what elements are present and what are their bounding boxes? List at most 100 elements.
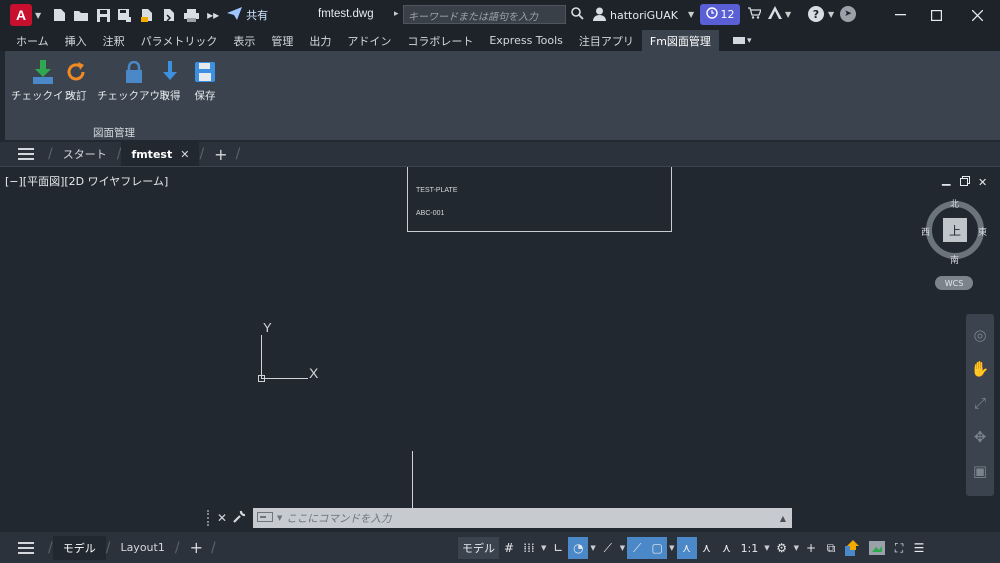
model-space-button[interactable]: モデル xyxy=(458,537,499,559)
tab-express-tools[interactable]: Express Tools xyxy=(481,30,571,51)
viewport-close-icon[interactable]: ✕ xyxy=(978,176,987,189)
tab-manage[interactable]: 管理 xyxy=(263,30,301,51)
tab-collaborate[interactable]: コラボレート xyxy=(399,30,481,51)
isometric-icon[interactable]: ⟋ xyxy=(598,537,618,559)
feedback-icon[interactable]: ➤ xyxy=(840,6,856,22)
app-caret-icon[interactable]: ▼ xyxy=(785,10,791,19)
minimize-button[interactable] xyxy=(885,4,915,26)
compass-south[interactable]: 南 xyxy=(950,253,959,266)
polar-caret-icon[interactable]: ▼ xyxy=(588,544,597,552)
command-input[interactable]: ▼ ここにコマンドを入力 ▲ xyxy=(253,508,792,528)
file-tabs-menu-icon[interactable] xyxy=(18,148,34,160)
isolate-objects-icon[interactable] xyxy=(865,537,889,559)
get-button[interactable]: 取得 xyxy=(159,59,181,103)
annotation-monitor-icon[interactable]: + xyxy=(801,537,821,559)
tab-annotate[interactable]: 注釈 xyxy=(95,30,133,51)
close-tab-icon[interactable]: ✕ xyxy=(180,148,189,161)
units-icon[interactable]: ⧉ xyxy=(821,537,841,559)
tab-start[interactable]: スタート xyxy=(53,142,117,166)
close-window-button[interactable] xyxy=(962,4,992,26)
tab-insert[interactable]: 挿入 xyxy=(57,30,95,51)
tab-output[interactable]: 出力 xyxy=(301,30,339,51)
search-input[interactable]: キーワードまたは語句を入力 xyxy=(403,5,566,24)
quick-properties-icon[interactable] xyxy=(841,537,865,559)
autodesk-app-icon[interactable] xyxy=(768,6,782,23)
annotation-scale-icon[interactable]: ⋏ xyxy=(717,537,737,559)
command-expand-caret-icon[interactable]: ▲ xyxy=(780,514,786,523)
polar-tracking-icon[interactable]: ◔ xyxy=(568,537,589,559)
help-icon[interactable]: ? xyxy=(808,6,824,22)
more-tools-icon[interactable]: ▸▸ xyxy=(205,7,221,23)
auto-scale-icon[interactable]: ⋏ xyxy=(697,537,717,559)
orbit-icon[interactable]: ✥ xyxy=(974,428,987,446)
open-web-icon[interactable] xyxy=(139,7,155,23)
ribbon-options-button[interactable]: ▾ xyxy=(732,30,751,51)
osnap-caret-icon[interactable]: ▼ xyxy=(667,544,676,552)
viewcube[interactable]: 上 北 南 東 西 xyxy=(921,197,988,266)
pan-hand-icon[interactable]: ✋ xyxy=(971,360,990,378)
search-icon[interactable] xyxy=(571,7,584,24)
app-menu-button[interactable]: A xyxy=(10,4,32,26)
tab-layout1[interactable]: Layout1 xyxy=(110,536,174,560)
ortho-icon[interactable]: ∟ xyxy=(548,537,568,559)
user-menu-caret-icon[interactable]: ▼ xyxy=(688,10,694,19)
plot-icon[interactable] xyxy=(183,7,199,23)
tab-fm-drawing-management[interactable]: Fm図面管理 xyxy=(641,30,719,51)
tab-model[interactable]: モデル xyxy=(52,535,106,560)
tab-parametric[interactable]: パラメトリック xyxy=(133,30,226,51)
annotation-visibility-icon[interactable]: ⋏ xyxy=(676,537,697,559)
new-layout-icon[interactable]: + xyxy=(190,538,203,557)
scale-caret-icon[interactable]: ▼ xyxy=(762,544,771,552)
save-as-icon[interactable] xyxy=(117,7,133,23)
annotation-scale-value[interactable]: 1:1 xyxy=(737,537,763,559)
compass-west[interactable]: 西 xyxy=(921,225,930,238)
tab-home[interactable]: ホーム xyxy=(8,30,57,51)
zoom-icon[interactable]: ⤢ xyxy=(974,394,986,412)
command-line-grip[interactable] xyxy=(207,510,211,526)
maximize-button[interactable] xyxy=(921,4,951,26)
viewcube-top-face[interactable]: 上 xyxy=(943,218,967,242)
wcs-menu[interactable]: WCS xyxy=(935,276,973,290)
viewport-minimize-icon[interactable]: ▁ xyxy=(942,173,950,186)
tab-divider: / xyxy=(174,539,180,556)
fullscreen-icon[interactable]: ⛶ xyxy=(889,537,909,559)
snap-caret-icon[interactable]: ▼ xyxy=(539,544,548,552)
search-expand-icon[interactable]: ▸ xyxy=(394,9,399,19)
notification-badge[interactable]: 12 xyxy=(700,4,740,25)
object-snap-tracking-icon[interactable]: ⟋ xyxy=(627,537,648,559)
customize-status-icon[interactable]: ☰ xyxy=(909,537,929,559)
tab-addins[interactable]: アドイン xyxy=(339,30,399,51)
showmotion-icon[interactable]: ▣ xyxy=(973,462,987,480)
save-drawing-button[interactable]: 保存 xyxy=(194,59,216,103)
save-icon[interactable] xyxy=(95,7,111,23)
app-menu-caret-icon[interactable]: ▼ xyxy=(35,11,41,20)
drawing-canvas[interactable]: [−][平面図][2D ワイヤフレーム] ▁ ✕ TEST-PLATE ABC-… xyxy=(0,166,1000,532)
viewport-controls-label[interactable]: [−][平面図][2D ワイヤフレーム] xyxy=(5,173,168,189)
command-history-caret-icon[interactable]: ▼ xyxy=(277,514,282,522)
tab-featured-apps[interactable]: 注目アプリ xyxy=(571,30,642,51)
layout-tabs-menu-icon[interactable] xyxy=(18,541,34,554)
tab-fmtest[interactable]: fmtest ✕ xyxy=(121,142,200,166)
isometric-caret-icon[interactable]: ▼ xyxy=(618,544,627,552)
command-line-close-icon[interactable]: ✕ xyxy=(217,511,231,525)
snap-mode-icon[interactable]: ⁞⁞⁞ xyxy=(519,537,539,559)
revise-button[interactable]: 改訂 xyxy=(65,59,87,103)
publish-icon[interactable] xyxy=(161,7,177,23)
workspace-caret-icon[interactable]: ▼ xyxy=(792,544,801,552)
share-button[interactable]: 共有 xyxy=(227,7,268,23)
compass-east[interactable]: 東 xyxy=(978,225,987,238)
new-file-icon[interactable] xyxy=(51,7,67,23)
object-snap-icon[interactable]: ▢ xyxy=(647,537,668,559)
cart-icon[interactable] xyxy=(748,7,762,22)
steering-wheel-icon[interactable]: ◎ xyxy=(973,326,986,344)
compass-north[interactable]: 北 xyxy=(950,197,959,210)
wrench-icon[interactable] xyxy=(233,510,253,526)
new-tab-icon[interactable]: + xyxy=(214,145,227,164)
user-account-button[interactable]: hattoriGUAK xyxy=(593,7,678,24)
workspace-gear-icon[interactable]: ⚙ xyxy=(772,537,792,559)
open-folder-icon[interactable] xyxy=(73,7,89,23)
grid-icon[interactable]: # xyxy=(499,537,519,559)
tab-view[interactable]: 表示 xyxy=(225,30,263,51)
help-caret-icon[interactable]: ▼ xyxy=(828,10,834,19)
viewport-restore-icon[interactable] xyxy=(960,176,970,189)
